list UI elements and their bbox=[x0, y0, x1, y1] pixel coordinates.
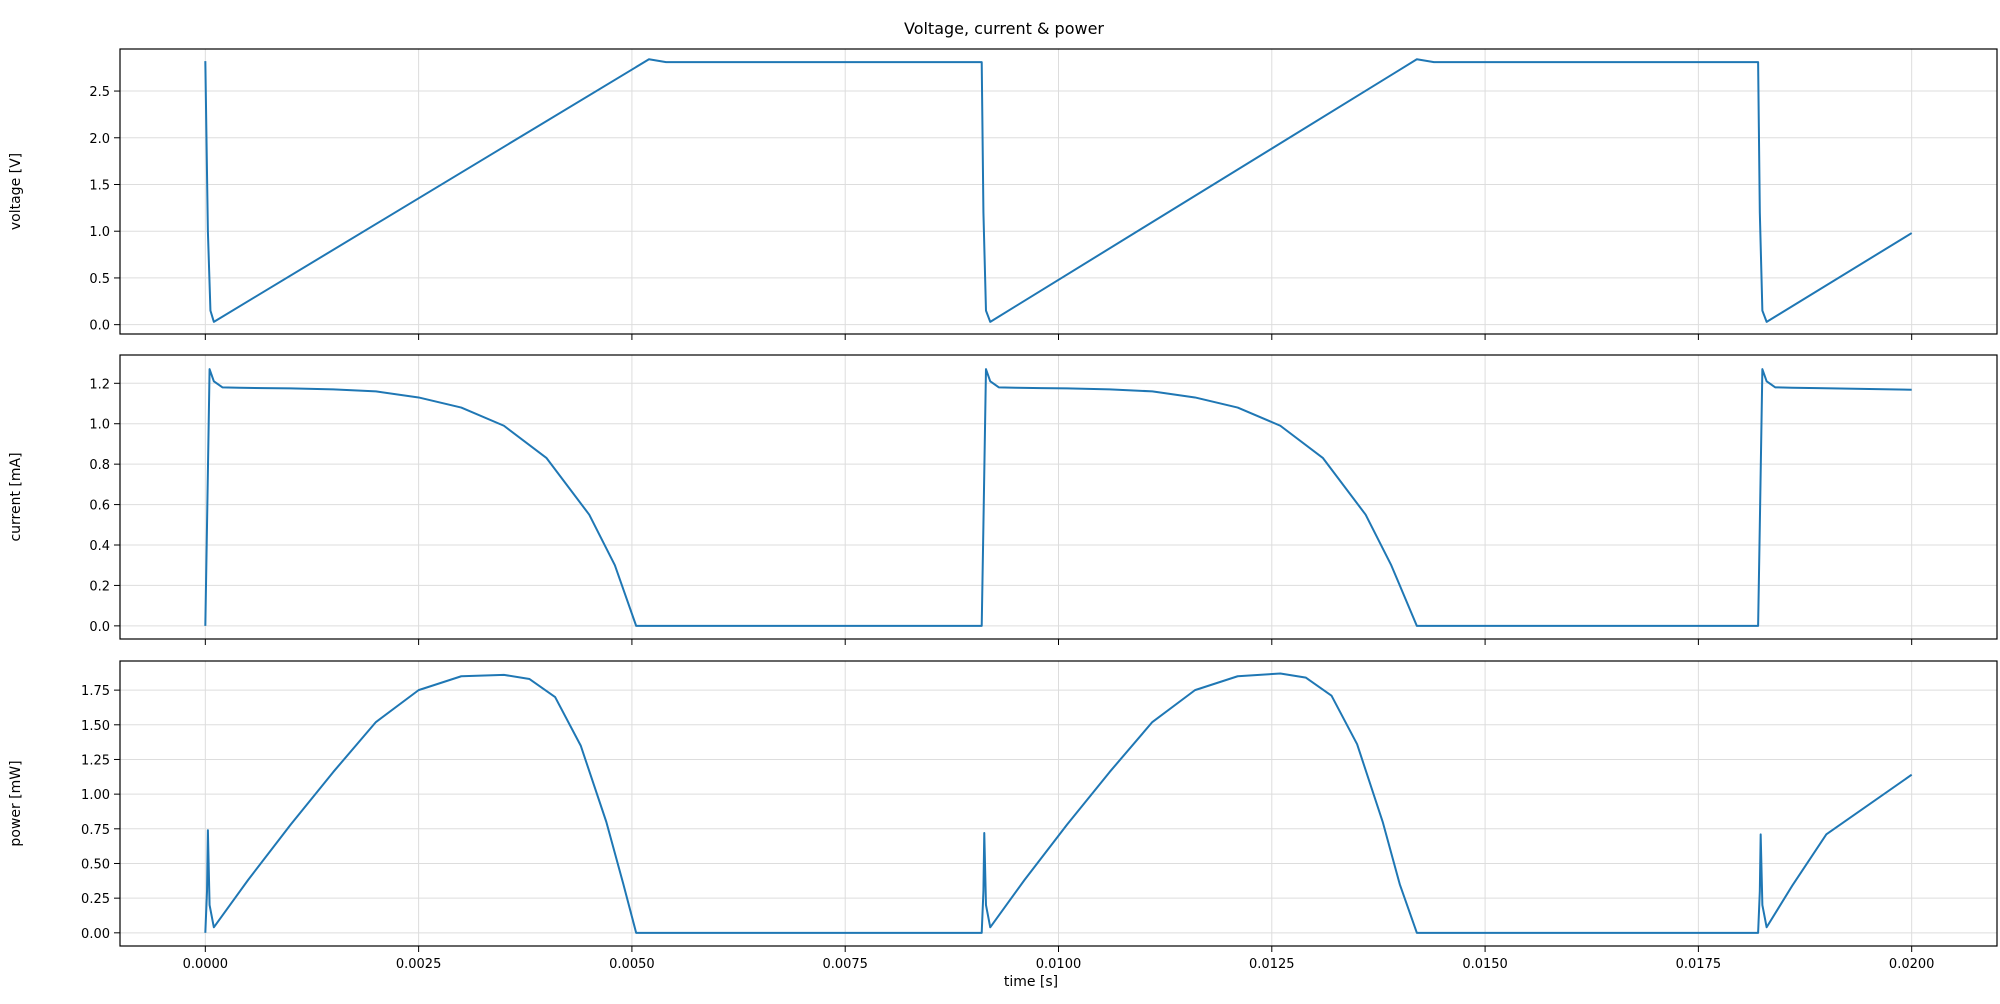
y-tick-label: 1.00 bbox=[81, 788, 110, 803]
y-tick-label: 0.8 bbox=[89, 458, 110, 473]
y-axis-label: power [mW] bbox=[8, 760, 24, 846]
y-tick-label: 0.50 bbox=[81, 857, 110, 872]
y-tick-label: 0.25 bbox=[81, 892, 110, 907]
x-axis-label: time [s] bbox=[1004, 974, 1058, 990]
panel-2: 0.0 0.2 0.4 0.6 0.8 1.0 1.2 current [mA] bbox=[8, 354, 1998, 645]
x-tick-label: 0.0175 bbox=[1676, 957, 1722, 972]
chart-svg: Voltage, current & power time [s] 0.0 0.5… bbox=[8, 19, 1998, 990]
x-tick-label: 0.0100 bbox=[1036, 957, 1082, 972]
y-tick-label: 0.4 bbox=[89, 539, 110, 554]
y-tick-label: 0.5 bbox=[89, 272, 110, 287]
y-tick-label: 0.6 bbox=[89, 499, 110, 514]
y-tick-label: 0.00 bbox=[81, 927, 110, 942]
y-axis-label: current [mA] bbox=[8, 452, 24, 541]
y-tick-label: 0.0 bbox=[89, 620, 110, 635]
x-tick-label: 0.0200 bbox=[1889, 957, 1935, 972]
y-tick-label: 1.5 bbox=[89, 178, 110, 193]
x-tick-label: 0.0150 bbox=[1462, 957, 1508, 972]
x-tick-label: 0.0025 bbox=[396, 957, 442, 972]
y-tick-label: 1.25 bbox=[81, 753, 110, 768]
panel-1: 0.0 0.5 1.0 1.5 2.0 2.5 voltage [V] bbox=[8, 48, 1998, 340]
y-tick-label: 1.75 bbox=[81, 684, 110, 699]
y-tick-label: 1.50 bbox=[81, 719, 110, 734]
figure: Voltage, current & power time [s] 0.0 0.5… bbox=[0, 0, 2000, 1000]
y-tick-label: 0.75 bbox=[81, 823, 110, 838]
y-tick-label: 1.0 bbox=[89, 418, 110, 433]
x-tick-label: 0.0125 bbox=[1249, 957, 1295, 972]
x-tick-label: 0.0050 bbox=[609, 957, 655, 972]
chart-title: Voltage, current & power bbox=[904, 19, 1104, 38]
y-tick-label: 2.5 bbox=[89, 85, 110, 100]
y-tick-label: 2.0 bbox=[89, 132, 110, 147]
x-tick-label: 0.0000 bbox=[183, 957, 229, 972]
y-tick-label: 0.0 bbox=[89, 319, 110, 334]
x-tick-label: 0.0075 bbox=[822, 957, 868, 972]
y-axis-label: voltage [V] bbox=[8, 153, 24, 230]
y-tick-label: 0.2 bbox=[89, 579, 110, 594]
panel-3: 0.00 0.25 0.50 0.75 1.00 1.25 1.50 1.75 0.0000 0.… bbox=[8, 660, 1998, 972]
y-tick-label: 1.2 bbox=[89, 377, 110, 392]
y-tick-label: 1.0 bbox=[89, 225, 110, 240]
